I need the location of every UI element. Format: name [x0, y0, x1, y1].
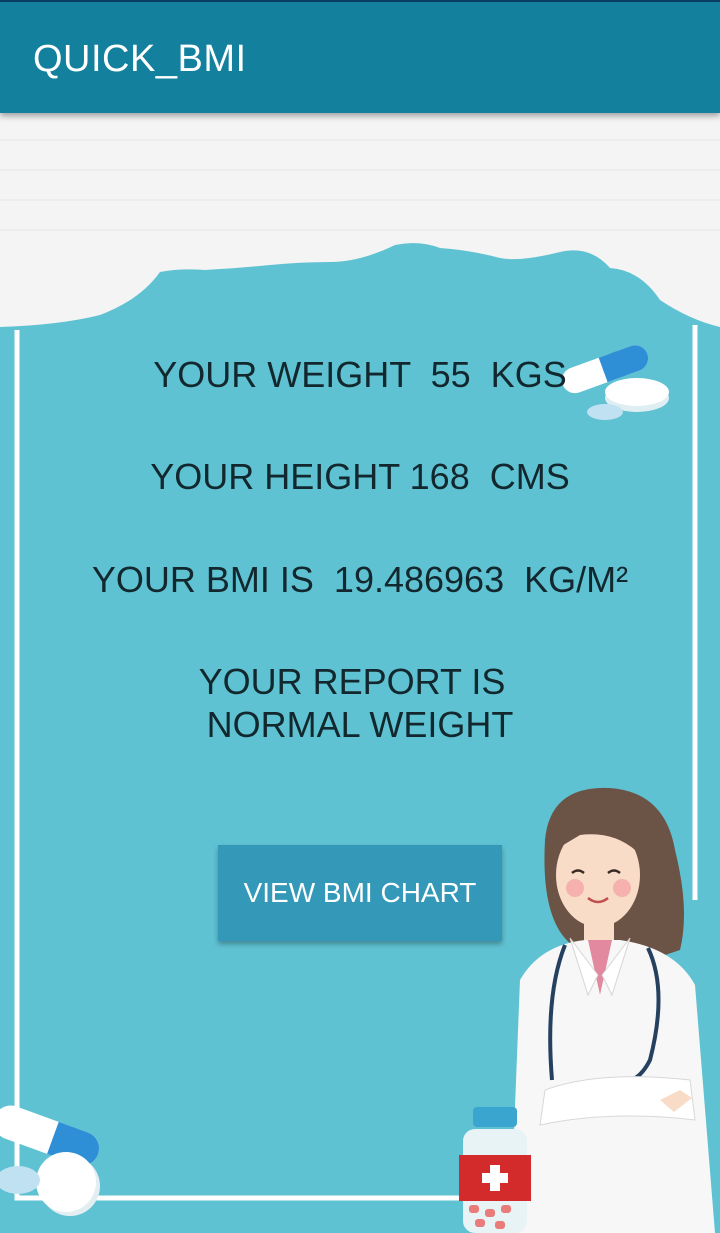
pills-icon	[0, 1105, 100, 1216]
view-bmi-chart-button[interactable]: VIEW BMI CHART	[218, 845, 502, 941]
report-value: NORMAL WEIGHT	[206, 704, 514, 745]
bmi-text: YOUR BMI IS 19.486963 KG/M²	[91, 559, 629, 600]
report-label: YOUR REPORT IS	[198, 661, 506, 702]
weight-text: YOUR WEIGHT 55 KGS	[153, 354, 567, 395]
height-text: YOUR HEIGHT 168 CMS	[150, 456, 570, 497]
medicine-bottle-icon	[459, 1107, 531, 1233]
app-title: QUICK_BMI	[33, 38, 247, 80]
app-bar: QUICK_BMI	[0, 2, 720, 113]
